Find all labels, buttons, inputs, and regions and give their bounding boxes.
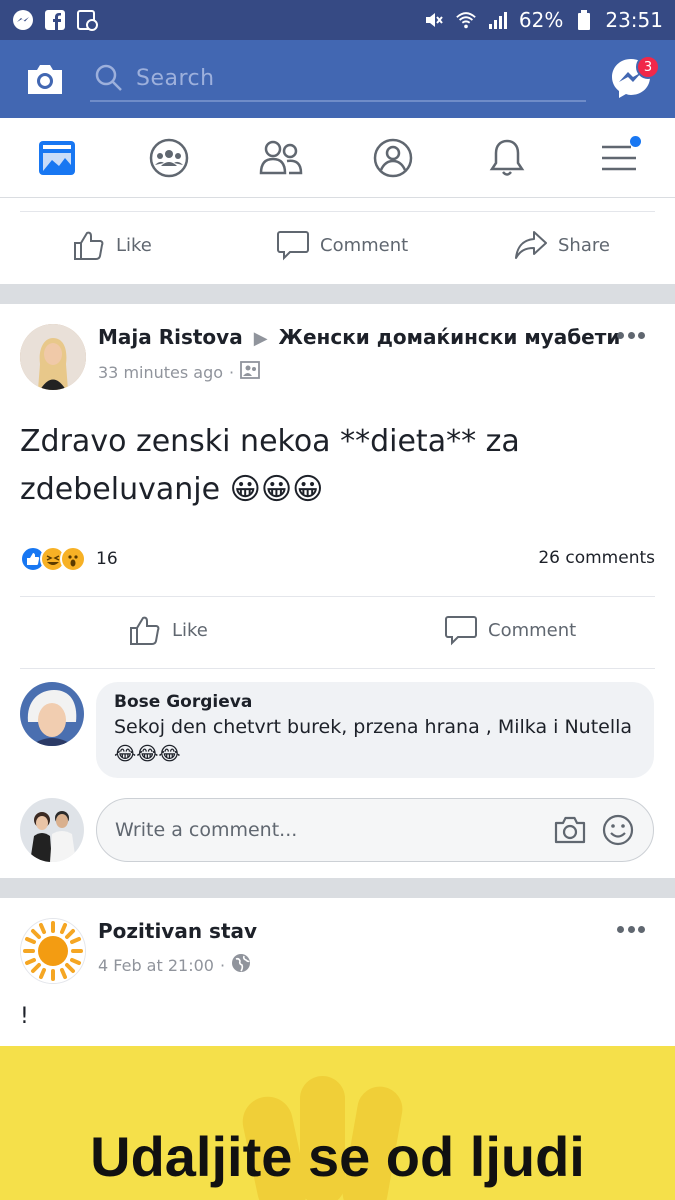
- status-bar: 62% 23:51: [0, 0, 675, 40]
- prev-post-actions: Like Comment Share: [0, 212, 675, 284]
- image-caption: Udaljite se od ljudi: [90, 1125, 585, 1188]
- battery-percentage: 62%: [518, 8, 564, 32]
- menu-notification-dot: [630, 136, 641, 147]
- group-name[interactable]: Женски домаќински муабети: [279, 325, 621, 349]
- commenter-name[interactable]: Bose Gorgieva: [114, 692, 636, 712]
- triangle-arrow-icon: ▶: [253, 328, 268, 349]
- post-actions: Like Comment: [0, 597, 675, 669]
- wifi-icon: [455, 9, 477, 31]
- commenter-avatar[interactable]: [20, 682, 84, 746]
- post-text: Zdravo zenski nekoa **dieta** za zdebelu…: [20, 424, 520, 507]
- feed-separator: [0, 284, 675, 304]
- next-post-meta: 4 Feb at 21:00 ·: [98, 953, 251, 977]
- comment-label: Comment: [320, 234, 409, 256]
- battery-icon: [573, 9, 595, 31]
- post-options-icon[interactable]: [617, 926, 645, 936]
- like-button[interactable]: Like: [128, 613, 208, 647]
- profile-icon[interactable]: [371, 136, 415, 180]
- next-post-text: !: [20, 1004, 29, 1029]
- author-name[interactable]: Maja Ristova: [98, 325, 243, 349]
- globe-icon: [231, 953, 251, 977]
- groups-icon[interactable]: [147, 136, 191, 180]
- search-icon: [94, 63, 124, 93]
- tab-bar: [0, 118, 675, 198]
- comment-text: Sekoj den chetvrt burek, przena hrana , …: [114, 716, 633, 765]
- comment-button[interactable]: Comment: [444, 613, 576, 647]
- meta-separator: ·: [229, 362, 235, 382]
- camera-icon[interactable]: [24, 58, 66, 100]
- comments-count[interactable]: 26 comments: [538, 548, 655, 568]
- like-label: Like: [172, 619, 208, 641]
- comment-input-placeholder: Write a comment...: [115, 819, 298, 841]
- page-avatar[interactable]: [20, 918, 86, 984]
- news-feed-icon[interactable]: [35, 136, 79, 180]
- post-header: Maja Ristova ▶ Женски домаќински муабети: [98, 325, 620, 349]
- comment-label: Comment: [488, 619, 577, 641]
- author-avatar[interactable]: [20, 324, 86, 390]
- group-privacy-icon: [240, 360, 261, 384]
- clock: 23:51: [605, 8, 663, 32]
- next-post-time[interactable]: 4 Feb at 21:00: [98, 956, 214, 975]
- friends-icon[interactable]: [259, 136, 303, 180]
- reaction-count: 16: [96, 549, 118, 569]
- comment-input-icons: [553, 813, 635, 852]
- comment-bubble[interactable]: Bose Gorgieva Sekoj den chetvrt burek, p…: [96, 682, 654, 778]
- share-label: Share: [558, 234, 610, 256]
- facebook-icon: [44, 9, 66, 31]
- signal-icon: [487, 9, 509, 31]
- messenger-icon: [12, 9, 34, 31]
- comment-icon: [277, 231, 309, 261]
- emoji-icon[interactable]: [601, 813, 635, 852]
- share-button[interactable]: Share: [514, 228, 610, 262]
- reactions-summary[interactable]: 16: [20, 544, 118, 574]
- wow-reaction-icon: [60, 546, 86, 572]
- comment-button[interactable]: Comment: [276, 228, 408, 262]
- divider: [20, 668, 655, 669]
- comment-icon: [445, 616, 477, 646]
- camera-icon[interactable]: [553, 813, 587, 852]
- post-options-icon[interactable]: [617, 332, 645, 342]
- search-placeholder: Search: [136, 65, 215, 91]
- app-bar: Search: [0, 40, 675, 118]
- post-meta: 33 minutes ago ·: [98, 360, 261, 384]
- share-icon: [515, 231, 547, 259]
- post-time[interactable]: 33 minutes ago: [98, 363, 223, 382]
- search-input[interactable]: Search: [90, 56, 586, 102]
- feed-separator: [0, 878, 675, 898]
- page-name[interactable]: Pozitivan stav: [98, 919, 257, 943]
- like-button[interactable]: Like: [72, 228, 152, 262]
- meta-separator: ·: [219, 955, 226, 975]
- notifications-icon[interactable]: [485, 136, 529, 180]
- my-avatar[interactable]: [20, 798, 84, 862]
- post-image[interactable]: Udaljite se od ljudi: [0, 1046, 675, 1200]
- comment-input[interactable]: Write a comment...: [96, 798, 654, 862]
- photo-notification-icon: [76, 9, 98, 31]
- like-icon: [130, 616, 160, 645]
- like-icon: [74, 231, 104, 260]
- mute-icon: [423, 9, 445, 31]
- like-label: Like: [116, 234, 152, 256]
- messenger-badge: 3: [636, 55, 660, 79]
